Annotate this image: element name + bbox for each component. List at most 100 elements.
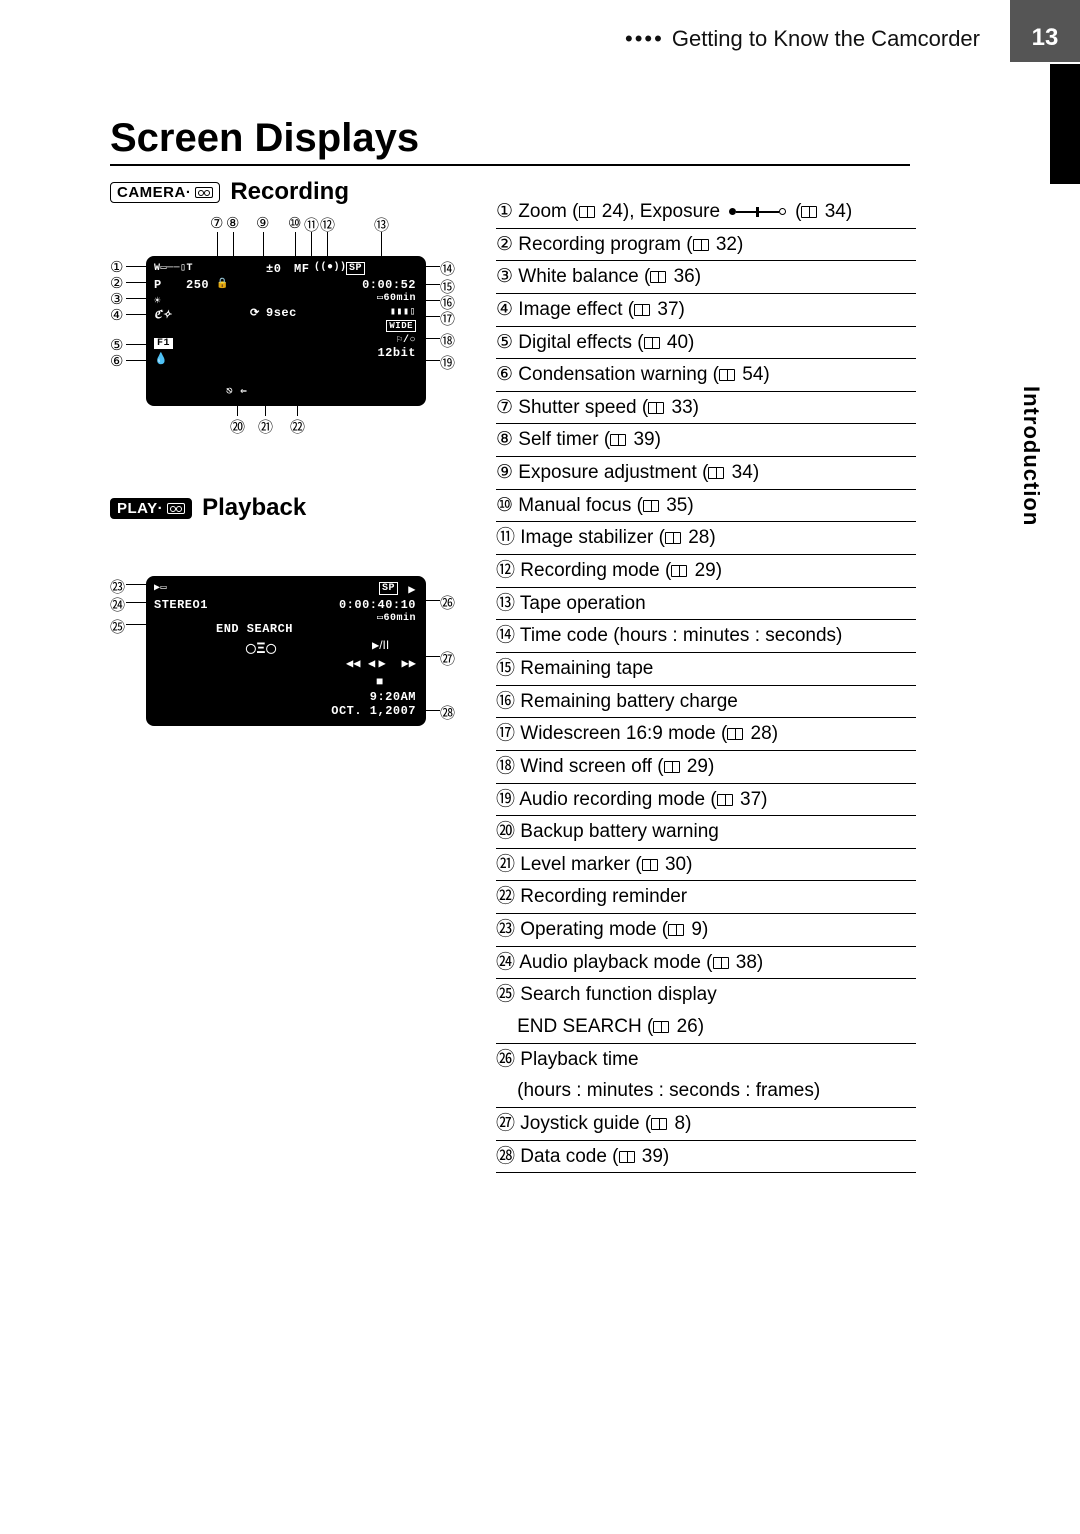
page-number: 13 <box>1032 24 1059 52</box>
stabilizer-icon: ((●)) <box>314 262 347 273</box>
legend-item: ⑪ Image stabilizer ( 28) <box>496 522 916 555</box>
callout-4: ④ <box>110 306 123 324</box>
legend-list: ① Zoom ( 24), Exposure ( 34)② Recording … <box>496 196 916 1173</box>
page-ref-icon <box>664 761 680 773</box>
effect-icon: ℭ✧ <box>154 308 172 322</box>
playback-screen: ▶▭ SP ▶ STEREO1 0:00:40:10 ▭60min END SE… <box>146 576 426 726</box>
screen-exp: ±0 <box>266 262 281 276</box>
page-ref-icon <box>642 859 658 871</box>
screen-p: P <box>154 278 162 292</box>
page-ref-icon <box>713 957 729 969</box>
screen-shutter: 250 <box>186 278 209 292</box>
wind-icon: ⚐/○ <box>396 334 416 346</box>
tape-icon <box>195 187 213 198</box>
selftimer-icon: ⟳ <box>250 306 260 320</box>
playback-header-row: PLAY· Playback <box>110 494 470 522</box>
left-column: CAMERA· Recording ⑦ ⑧ ⑨ ⑩ ⑪ ⑫ ⑬ ① ② ③ ④ … <box>110 178 470 762</box>
callout-25: ㉕ <box>110 616 125 637</box>
legend-item: ⑲ Audio recording mode ( 37) <box>496 784 916 817</box>
joy-stop: ■ <box>376 674 383 688</box>
legend-item: ⑱ Wind screen off ( 29) <box>496 751 916 784</box>
legend-item-extra: (hours : minutes : seconds : frames) <box>496 1075 916 1108</box>
screen-tc: 0:00:52 <box>362 278 416 292</box>
tape-icon <box>167 503 185 514</box>
legend-item: ⑦ Shutter speed ( 33) <box>496 392 916 425</box>
legend-item: ① Zoom ( 24), Exposure ( 34) <box>496 196 916 229</box>
breadcrumb-dots-icon: •••• <box>625 26 664 52</box>
callout-9: ⑨ <box>256 214 269 232</box>
thumb-tab <box>1050 64 1080 184</box>
legend-item: ⑨ Exposure adjustment ( 34) <box>496 457 916 490</box>
breadcrumb-text: Getting to Know the Camcorder <box>672 26 980 52</box>
legend-item: ㉗ Joystick guide ( 8) <box>496 1108 916 1141</box>
page-ref-icon <box>693 239 709 251</box>
callout-6: ⑥ <box>110 352 123 370</box>
page-ref-icon <box>708 467 724 479</box>
pb-tc: 0:00:40:10 <box>339 598 416 612</box>
joy-center: ◀ ▶ <box>368 656 386 670</box>
page-ref-icon <box>719 369 735 381</box>
tape-reels-icon: ◯Ξ◯ <box>246 638 276 658</box>
playback-heading: Playback <box>202 494 306 522</box>
legend-item: ⑫ Recording mode ( 29) <box>496 555 916 588</box>
page-ref-icon <box>717 794 733 806</box>
page-ref-icon <box>610 434 626 446</box>
legend-item: ④ Image effect ( 37) <box>496 294 916 327</box>
callout-8: ⑧ <box>226 214 239 232</box>
recording-header-row: CAMERA· Recording <box>110 178 470 206</box>
lock-icon: 🔒 <box>216 278 229 290</box>
page-ref-icon <box>644 337 660 349</box>
play-mode-badge: PLAY· <box>110 498 192 519</box>
page-ref-icon <box>650 271 666 283</box>
callout-20: ⑳ <box>230 416 245 437</box>
legend-item: ⑥ Condensation warning ( 54) <box>496 359 916 392</box>
pb-stereo: STEREO1 <box>154 598 208 612</box>
callout-19: ⑲ <box>440 352 455 373</box>
callout-10: ⑩ <box>288 214 301 232</box>
page-ref-icon <box>671 565 687 577</box>
legend-item: ⑯ Remaining battery charge <box>496 686 916 719</box>
page-ref-icon <box>634 304 650 316</box>
page-ref-icon <box>643 500 659 512</box>
page-ref-icon <box>648 402 664 414</box>
pb-sp: SP <box>379 582 398 595</box>
callout-24: ㉔ <box>110 594 125 615</box>
legend-item: ② Recording program ( 32) <box>496 229 916 262</box>
joy-ff: ▶▶ <box>402 656 416 670</box>
legend-item-extra: END SEARCH ( 26) <box>496 1011 916 1044</box>
page-number-tab: 13 <box>1010 0 1080 62</box>
joystick-guide-icon: ▶/II ◀◀ ◀ ▶ ▶▶ ■ <box>346 638 416 688</box>
legend-item: ⑰ Widescreen 16:9 mode ( 28) <box>496 718 916 751</box>
pb-endsearch: END SEARCH <box>216 622 293 636</box>
legend-item: ⑳ Backup battery warning <box>496 816 916 849</box>
page-ref-icon <box>801 206 817 218</box>
screen-f1: F1 <box>154 338 173 349</box>
header-breadcrumb: •••• Getting to Know the Camcorder <box>625 26 980 52</box>
page-title: Screen Displays <box>110 116 419 161</box>
page-ref-icon <box>668 924 684 936</box>
battery-icon: ▮▮▮▯ <box>390 306 416 318</box>
legend-item: ㉖ Playback time <box>496 1044 916 1076</box>
screen-selftimer: 9sec <box>266 306 297 320</box>
screen-wide: WIDE <box>386 320 416 332</box>
screen-mf: MF <box>294 262 309 276</box>
legend-item: ⑮ Remaining tape <box>496 653 916 686</box>
exposure-bar-icon <box>729 207 786 217</box>
joy-rew: ◀◀ <box>346 656 360 670</box>
recording-diagram: ⑦ ⑧ ⑨ ⑩ ⑪ ⑫ ⑬ ① ② ③ ④ ⑤ ⑥ ⑭ ⑮ ⑯ ⑰ ⑱ ⑲ <box>110 214 470 454</box>
callout-22: ㉒ <box>290 416 305 437</box>
section-tab-label: Introduction <box>1018 386 1044 526</box>
page: { "header": { "breadcrumb": "Getting to … <box>0 0 1080 1534</box>
pb-date: OCT. 1,2007 <box>331 704 416 718</box>
legend-item: ⑧ Self timer ( 39) <box>496 424 916 457</box>
page-ref-icon <box>651 1118 667 1130</box>
screen-sp: SP <box>346 262 365 275</box>
camera-mode-text: CAMERA· <box>117 184 191 201</box>
legend-item: ㉕ Search function display <box>496 979 916 1011</box>
callout-7: ⑦ <box>210 214 223 232</box>
play-indicator-icon: ▶ <box>408 582 416 597</box>
page-ref-icon <box>653 1021 669 1033</box>
recording-heading: Recording <box>230 178 349 206</box>
play-mode-text: PLAY· <box>117 500 163 517</box>
title-underline <box>110 164 910 166</box>
